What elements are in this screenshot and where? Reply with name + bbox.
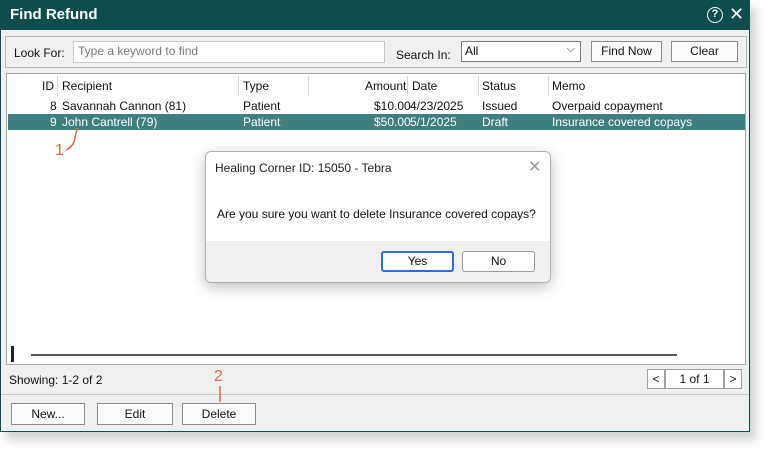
search-in-value: All (465, 44, 479, 58)
column-header-id[interactable]: ID (42, 74, 54, 98)
next-page-button[interactable]: > (724, 369, 742, 389)
search-bar: Look For: Type a keyword to find Search … (5, 36, 747, 68)
horizontal-scrollbar[interactable] (31, 354, 677, 356)
callout-leader-2 (219, 386, 221, 402)
column-divider (57, 76, 58, 96)
dialog-title: Healing Corner ID: 15050 - Tebra (215, 161, 392, 175)
table-row[interactable]: 8 Savannah Cannon (81) Patient $10.00 4/… (8, 98, 745, 114)
title-bar: Find Refund ? ✕ (1, 1, 749, 30)
prev-page-button[interactable]: < (647, 369, 665, 389)
help-icon[interactable]: ? (707, 7, 723, 23)
find-now-button[interactable]: Find Now (591, 41, 662, 62)
column-header-status[interactable]: Status (482, 74, 516, 98)
column-divider (548, 76, 549, 96)
dialog-footer: Yes No (206, 241, 550, 282)
cell-date: 5/1/2025 (410, 115, 457, 129)
search-in-select[interactable]: All ⌵ (461, 41, 581, 62)
scrollbar-left-edge[interactable] (11, 346, 14, 362)
callout-number-2: 2 (214, 368, 223, 385)
page-indicator: 1 of 1 (665, 369, 724, 389)
cell-memo: Insurance covered copays (552, 115, 693, 129)
column-header-date[interactable]: Date (412, 74, 437, 98)
keyword-search-input[interactable]: Type a keyword to find (73, 41, 385, 63)
column-divider (407, 76, 408, 96)
footer-divider (1, 394, 749, 395)
column-divider (308, 76, 309, 96)
dialog-close-icon[interactable]: ✕ (528, 157, 541, 177)
delete-button[interactable]: Delete (182, 403, 256, 425)
callout-leader-1 (65, 127, 79, 151)
cell-memo: Overpaid copayment (552, 99, 663, 113)
cell-status: Draft (482, 115, 509, 129)
column-header-recipient[interactable]: Recipient (62, 74, 112, 98)
cell-type: Patient (243, 99, 281, 113)
new-button[interactable]: New... (11, 403, 85, 425)
callout-number-1: 1 (55, 142, 64, 159)
chevron-down-icon: ⌵ (566, 43, 575, 55)
look-for-label: Look For: (14, 46, 65, 60)
column-header-memo[interactable]: Memo (552, 74, 585, 98)
cell-id: 9 (50, 115, 57, 129)
clear-button[interactable]: Clear (671, 41, 738, 62)
window-title: Find Refund (10, 6, 98, 23)
search-in-label: Search In: (396, 48, 451, 62)
table-row-selected[interactable]: 9 John Cantrell (79) Patient $50.00 5/1/… (8, 114, 745, 130)
no-button[interactable]: No (462, 251, 535, 272)
cell-amount: $50.00 (374, 115, 411, 129)
column-divider (238, 76, 239, 96)
close-icon[interactable]: ✕ (729, 4, 744, 24)
edit-button[interactable]: Edit (97, 403, 173, 425)
results-count: Showing: 1-2 of 2 (9, 373, 103, 387)
column-header-type[interactable]: Type (243, 74, 269, 98)
cell-recipient: Savannah Cannon (81) (62, 99, 187, 113)
column-divider (478, 76, 479, 96)
cell-date: 4/23/2025 (410, 99, 464, 113)
cell-type: Patient (243, 115, 281, 129)
confirm-delete-dialog: Healing Corner ID: 15050 - Tebra ✕ Are y… (205, 151, 551, 283)
dialog-message: Are you sure you want to delete Insuranc… (217, 207, 536, 221)
cell-amount: $10.00 (374, 99, 411, 113)
yes-button[interactable]: Yes (381, 251, 454, 272)
cell-status: Issued (482, 99, 518, 113)
column-header-amount[interactable]: Amount (365, 74, 406, 98)
cell-id: 8 (50, 99, 57, 113)
